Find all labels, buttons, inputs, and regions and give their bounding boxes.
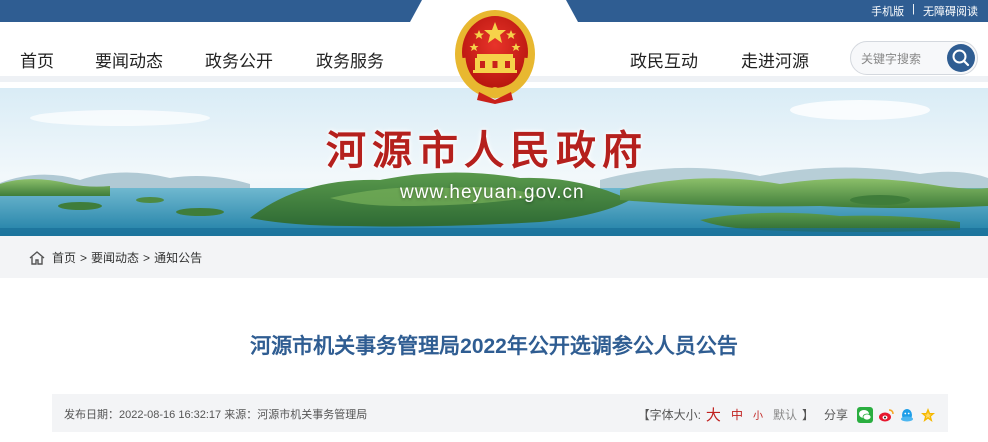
article-meta: 发布日期：2022-08-16 16:32:17 来源：河源市机关事务管理局	[64, 409, 368, 421]
qq-icon[interactable]	[899, 407, 915, 423]
font-size-small-button[interactable]: 小	[753, 407, 763, 422]
qzone-icon[interactable]	[920, 407, 936, 423]
home-icon	[29, 250, 45, 265]
mobile-version-link[interactable]: 手机版	[871, 3, 904, 19]
breadcrumb-home[interactable]: 首页	[52, 249, 76, 266]
nav-item-interaction[interactable]: 政民互动	[630, 47, 698, 72]
top-links: 手机版 | 无障碍阅读	[871, 3, 978, 19]
share-label: 分享	[823, 408, 848, 422]
breadcrumb-separator: >	[80, 250, 88, 265]
hero-banner: 河源市人民政府 www.heyuan.gov.cn	[0, 88, 988, 236]
national-emblem	[455, 10, 535, 104]
search-icon	[952, 49, 970, 67]
accessible-reading-link[interactable]: 无障碍阅读	[923, 3, 978, 19]
font-size-label: 【字体大小:	[637, 408, 701, 422]
article-title: 河源市机关事务管理局2022年公开选调参公人员公告	[250, 335, 738, 358]
article-info-bar: 发布日期：2022-08-16 16:32:17 来源：河源市机关事务管理局 【…	[52, 394, 948, 432]
search-input[interactable]	[861, 50, 941, 68]
nav-item-gov-services[interactable]: 政务服务	[316, 47, 384, 72]
breadcrumb-notices[interactable]: 通知公告	[154, 249, 202, 266]
breadcrumb-path: 首页 > 要闻动态 > 通知公告	[28, 249, 202, 266]
wechat-icon[interactable]	[857, 406, 873, 423]
font-size-close: 】	[801, 408, 814, 422]
breadcrumb-news[interactable]: 要闻动态	[91, 249, 139, 266]
breadcrumb-separator: >	[143, 250, 151, 265]
font-size-medium-button[interactable]: 中	[731, 406, 743, 423]
top-bar-left	[0, 0, 422, 22]
site-title: 河源市人民政府	[326, 127, 648, 174]
font-size-default-button[interactable]: 默认	[773, 406, 797, 423]
search-box	[850, 41, 978, 75]
nav-item-home[interactable]: 首页	[20, 47, 54, 72]
site-url: www.heyuan.gov.cn	[400, 182, 585, 203]
nav-item-gov-affairs[interactable]: 政务公开	[205, 47, 273, 72]
font-size-large-button[interactable]: 大	[706, 404, 721, 425]
weibo-icon[interactable]	[878, 407, 894, 423]
nav-item-news[interactable]: 要闻动态	[95, 47, 163, 72]
font-and-share-tools: 【字体大小: 大 中 小 默认 】 分享	[638, 404, 936, 425]
top-links-separator: |	[912, 3, 915, 15]
search-button[interactable]	[947, 44, 975, 72]
breadcrumb: 首页 > 要闻动态 > 通知公告	[0, 236, 988, 278]
nav-item-about-heyuan[interactable]: 走进河源	[741, 47, 809, 72]
